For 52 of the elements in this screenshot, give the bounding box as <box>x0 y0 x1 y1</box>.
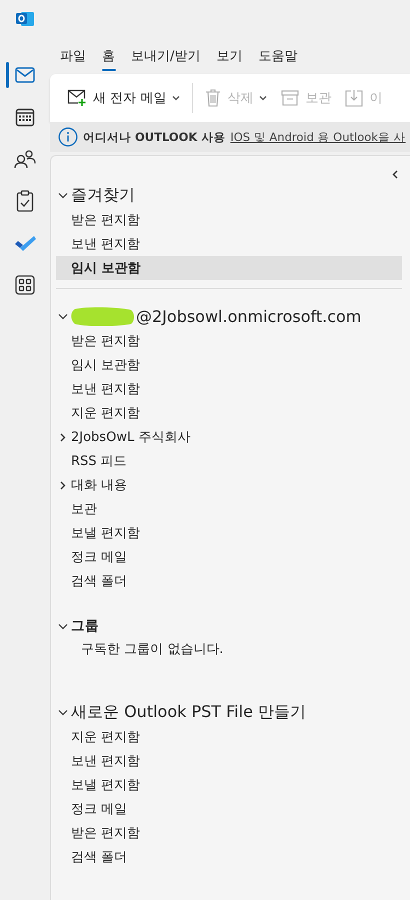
folder-item[interactable]: 검색 폴더 <box>56 845 402 869</box>
trash-icon <box>205 89 222 107</box>
section-title[interactable]: 새로운 Outlook PST File 만들기 <box>71 702 306 722</box>
apps-icon <box>15 275 35 295</box>
folder-item[interactable]: 받은 편지함 <box>56 208 402 232</box>
folder-item[interactable]: 보관 <box>56 497 402 521</box>
folder-item[interactable]: 정크 메일 <box>56 797 402 821</box>
folder-item[interactable]: 검색 폴더 <box>56 569 402 593</box>
menu-tab[interactable]: 도움말 <box>250 45 306 71</box>
chevron-down-icon[interactable] <box>58 192 68 198</box>
folder-item[interactable]: 대화 내용 <box>56 473 402 497</box>
folder-item[interactable]: 보낼 편지함 <box>56 773 402 797</box>
folder-item[interactable]: 받은 편지함 <box>56 821 402 845</box>
folder-item[interactable]: RSS 피드 <box>56 449 402 473</box>
empty-groups-note: 구독한 그룹이 없습니다. <box>80 641 224 659</box>
folder-item[interactable]: 지운 편지함 <box>56 725 402 749</box>
archive-icon <box>281 90 300 106</box>
chevron-right-icon[interactable] <box>60 480 66 490</box>
outlook-logo-icon[interactable] <box>16 10 34 28</box>
folder-item[interactable]: 임시 보관함 <box>56 256 402 280</box>
info-icon <box>58 127 78 147</box>
new-mail-button[interactable]: 새 전자 메일 <box>62 85 186 111</box>
menu-tab[interactable]: 파일 <box>52 45 94 71</box>
folder-item[interactable]: 지운 편지함 <box>56 401 402 425</box>
info-title: 어디서나 OUTLOOK 사용 <box>83 130 226 144</box>
section-title[interactable]: @2Jobsowl.onmicrosoft.com <box>136 306 362 326</box>
folder-item[interactable]: 임시 보관함 <box>56 353 402 377</box>
info-link[interactable]: IOS 및 Android 용 Outlook을 사 <box>230 130 406 144</box>
folder-item[interactable]: 2JobsOwL 주식회사 <box>56 425 402 449</box>
move-to-folder-icon <box>345 89 364 107</box>
menu-tab[interactable]: 보내기/받기 <box>123 45 208 71</box>
section-title[interactable]: 그룹 <box>71 617 99 635</box>
menu-tab[interactable]: 홈 <box>94 45 123 71</box>
folder-item[interactable]: 보낸 편지함 <box>56 232 402 256</box>
folder-item[interactable]: 정크 메일 <box>56 545 402 569</box>
chevron-right-icon[interactable] <box>60 432 66 442</box>
people-icon <box>14 149 36 169</box>
checkmark-icon <box>14 234 36 252</box>
clipboard-icon <box>16 190 34 212</box>
collapse-icon[interactable] <box>392 170 398 179</box>
new-mail-icon <box>67 89 87 107</box>
folder-item[interactable]: 보낸 편지함 <box>56 377 402 401</box>
folder-item[interactable]: 보낸 편지함 <box>56 749 402 773</box>
folder-item[interactable]: 받은 편지함 <box>56 329 402 353</box>
calendar-icon <box>15 107 35 127</box>
chevron-down-icon[interactable] <box>58 708 68 716</box>
section-title[interactable]: 즐겨찾기 <box>71 184 135 206</box>
menu-tab[interactable]: 보기 <box>208 45 250 71</box>
chevron-down-icon[interactable] <box>58 622 68 630</box>
mail-icon <box>15 67 35 83</box>
chevron-down-icon[interactable] <box>58 312 68 320</box>
folder-item[interactable]: 보낼 편지함 <box>56 521 402 545</box>
